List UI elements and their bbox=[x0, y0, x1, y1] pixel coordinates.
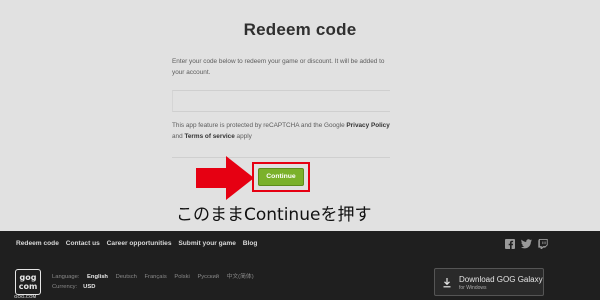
language-option-deutsch[interactable]: Deutsch bbox=[116, 274, 137, 280]
redeem-page: Redeem code Enter your code below to red… bbox=[0, 0, 600, 231]
footer-link-submit-game[interactable]: Submit your game bbox=[178, 240, 236, 247]
recaptcha-notice: This app feature is protected by reCAPTC… bbox=[172, 120, 392, 142]
logo-caption: GOG.COM bbox=[14, 294, 37, 299]
twitter-icon[interactable] bbox=[521, 239, 532, 249]
currency-value[interactable]: USD bbox=[83, 284, 95, 290]
privacy-policy-link[interactable]: Privacy Policy bbox=[346, 122, 389, 129]
currency-selector: Currency: USD bbox=[52, 284, 95, 290]
redeem-description: Enter your code below to redeem your gam… bbox=[172, 58, 385, 76]
language-label: Language: bbox=[52, 274, 80, 280]
recaptcha-prefix: This app feature is protected by reCAPTC… bbox=[172, 122, 347, 129]
language-option-russian[interactable]: Русский bbox=[197, 274, 219, 280]
language-option-english[interactable]: English bbox=[87, 274, 108, 280]
terms-of-service-link[interactable]: Terms of service bbox=[184, 133, 234, 140]
footer-links: Redeem code Contact us Career opportunit… bbox=[16, 240, 262, 247]
gog-logo[interactable]: gog com bbox=[15, 269, 41, 295]
footer-link-redeem-code[interactable]: Redeem code bbox=[16, 240, 59, 247]
download-gog-galaxy-button[interactable]: Download GOG Galaxy for Windows bbox=[434, 268, 544, 296]
footer-link-blog[interactable]: Blog bbox=[243, 240, 258, 247]
currency-label: Currency: bbox=[52, 284, 78, 290]
footer-link-careers[interactable]: Career opportunities bbox=[107, 240, 172, 247]
download-title: Download GOG Galaxy bbox=[459, 275, 543, 284]
red-arrow-annotation bbox=[196, 156, 254, 200]
facebook-icon[interactable] bbox=[505, 239, 515, 249]
twitch-icon[interactable] bbox=[538, 239, 548, 249]
logo-text-top: gog bbox=[19, 273, 37, 282]
footer-link-contact-us[interactable]: Contact us bbox=[66, 240, 100, 247]
page-title: Redeem code bbox=[243, 20, 357, 39]
instruction-caption: このままContinueを押す bbox=[176, 205, 372, 225]
recaptcha-suffix: apply bbox=[234, 133, 252, 140]
redeem-code-input[interactable] bbox=[172, 90, 390, 112]
recaptcha-and: and bbox=[172, 133, 185, 140]
continue-button[interactable]: Continue bbox=[258, 168, 304, 186]
download-icon bbox=[443, 278, 451, 288]
language-option-francais[interactable]: Français bbox=[144, 274, 166, 280]
logo-text-bottom: com bbox=[18, 282, 38, 291]
language-option-polski[interactable]: Polski bbox=[174, 274, 189, 280]
language-option-chinese[interactable]: 中文(简体) bbox=[227, 274, 254, 280]
download-subtitle: for Windows bbox=[459, 285, 487, 291]
language-selector: Language: English Deutsch Français Polsk… bbox=[52, 271, 260, 280]
